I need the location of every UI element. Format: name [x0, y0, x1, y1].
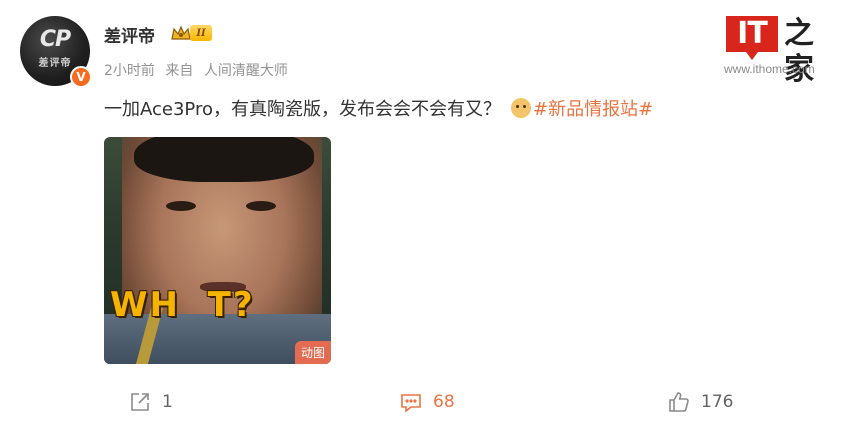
crown-icon: [171, 25, 191, 40]
post-source[interactable]: 人间清醒大师: [204, 63, 288, 79]
share-button[interactable]: 1: [128, 388, 173, 416]
avatar-logo: CP: [39, 27, 71, 52]
weibo-post: CP 差评帝 V 差评帝 II 2小时前 来自 人间清醒大师 IT 之家 www…: [0, 0, 844, 434]
level-badge[interactable]: II: [170, 24, 212, 42]
action-bar: 1 68 176: [0, 388, 844, 416]
post-time[interactable]: 2小时前: [104, 63, 155, 79]
share-icon: [131, 393, 149, 411]
eye-left-shape: [166, 201, 196, 211]
source-prefix: 来自: [165, 63, 194, 79]
post-text: 一加Ace3Pro，有真陶瓷版，发布会会不会有又？: [104, 99, 501, 120]
post-media-gif[interactable]: WH T? 动图: [104, 137, 331, 364]
comment-icon: [401, 394, 421, 413]
verified-badge-icon: V: [70, 66, 92, 88]
level-label: II: [190, 25, 212, 41]
comment-count: 68: [433, 392, 455, 412]
share-count: 1: [162, 392, 173, 412]
hair-shape: [134, 137, 314, 182]
like-count: 176: [701, 392, 734, 412]
post-content: 一加Ace3Pro，有真陶瓷版，发布会会不会有又？ #新品情报站#: [104, 95, 653, 121]
eye-right-shape: [246, 201, 276, 211]
it-logo-cn: 之家: [784, 16, 814, 87]
like-button[interactable]: 176: [667, 388, 733, 416]
thumbs-up-icon: [669, 392, 689, 412]
it-logo-mark: IT: [726, 16, 778, 60]
post-meta: 2小时前 来自 人间清醒大师: [104, 60, 288, 80]
gif-overlay-text: WH T?: [110, 285, 255, 325]
username[interactable]: 差评帝: [104, 22, 155, 47]
topic-link[interactable]: #新品情报站#: [533, 95, 653, 121]
comment-button[interactable]: 68: [399, 388, 455, 416]
doge-emoji-icon: [510, 98, 531, 118]
avatar-sub-label: 差评帝: [38, 58, 72, 69]
avatar[interactable]: CP 差评帝 V: [20, 16, 92, 88]
gif-badge: 动图: [294, 341, 331, 364]
ithome-logo: IT 之家 www.ithome.com: [722, 12, 834, 87]
ithome-url: www.ithome.com: [724, 62, 815, 76]
